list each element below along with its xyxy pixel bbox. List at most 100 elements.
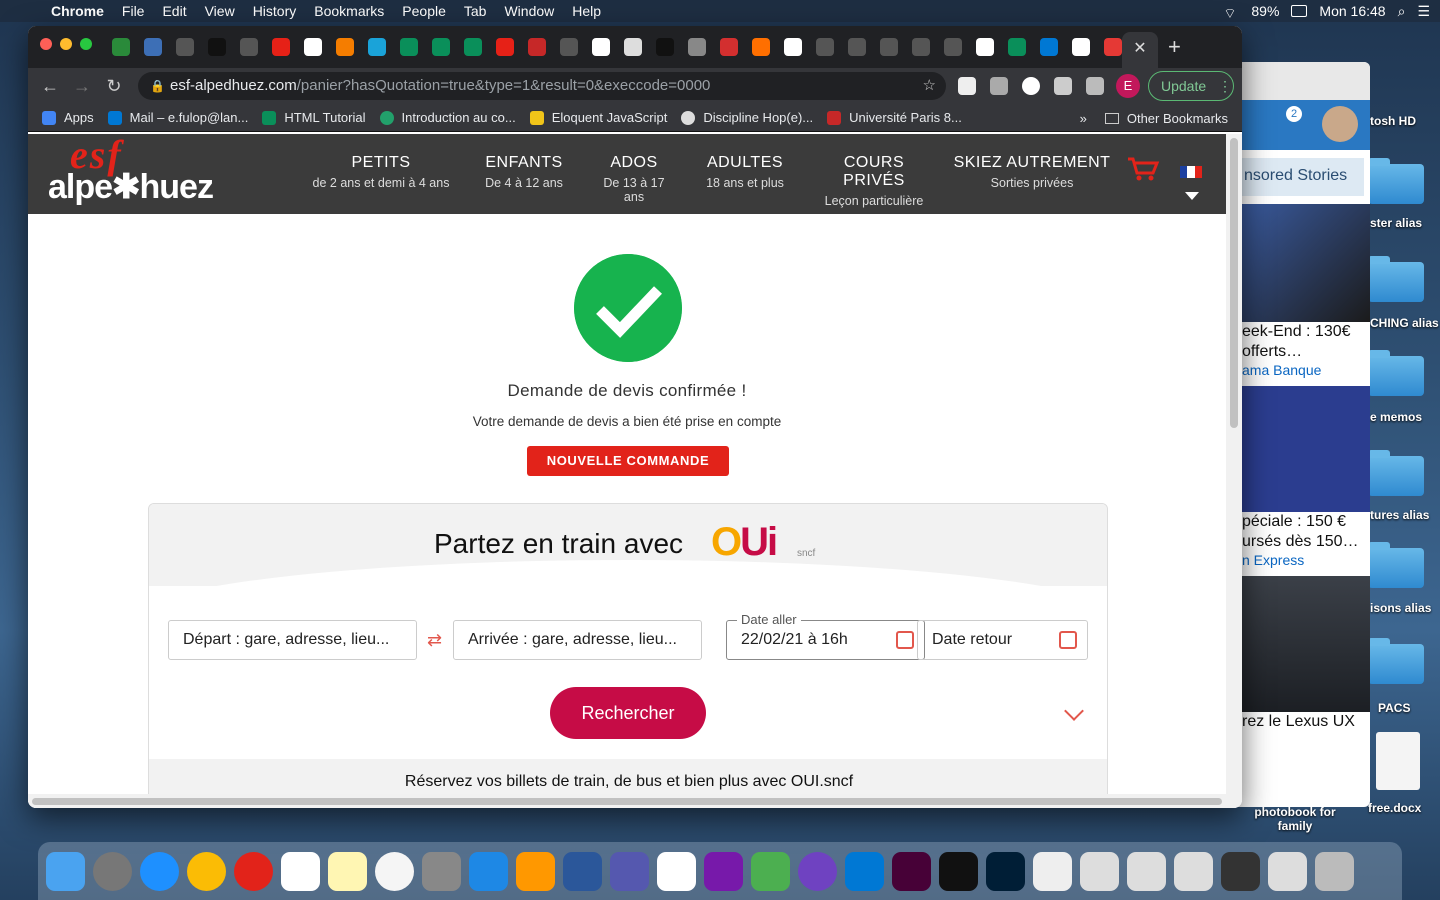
minimize-window-icon[interactable] [60,38,72,50]
tab-favicon[interactable] [1072,38,1090,56]
reload-button[interactable]: ↻ [98,76,130,97]
document-icon[interactable] [1033,851,1072,891]
teams-icon[interactable] [610,851,649,891]
ad-source[interactable]: n Express [1238,552,1370,568]
ad-title[interactable]: rez le Lexus UX [1238,712,1370,732]
github-desktop-icon[interactable] [798,851,837,891]
menu-file[interactable]: File [113,3,154,19]
tab-favicon[interactable] [400,38,418,56]
horizontal-scrollbar[interactable] [28,794,1226,808]
tab-favicon[interactable] [304,38,322,56]
date-return-input[interactable]: Date retour [917,620,1088,660]
control-center-icon[interactable]: ☰ [1417,3,1430,20]
extension-icon[interactable] [1054,77,1072,95]
menu-people[interactable]: People [393,3,455,19]
desktop-folder-icon[interactable] [1368,638,1424,684]
onenote-icon[interactable] [704,851,743,891]
extensions-puzzle-icon[interactable] [1086,77,1104,95]
nav-enfants[interactable]: ENFANTS De 4 à 12 ans [464,154,584,208]
books-icon[interactable] [516,851,555,891]
dreamweaver-icon[interactable] [892,851,931,891]
desktop-folder-icon[interactable] [1368,256,1424,302]
tab-favicon[interactable] [560,38,578,56]
swap-stations-icon[interactable]: ⇄ [427,630,442,651]
tab-favicon[interactable] [464,38,482,56]
nav-ados[interactable]: ADOS De 13 à 17 ans [584,154,684,208]
zotero-icon[interactable] [657,851,696,891]
photoshop-icon[interactable] [986,851,1025,891]
tab-favicon[interactable] [976,38,994,56]
launchpad-icon[interactable] [93,851,132,891]
tab-favicon[interactable] [912,38,930,56]
tab-favicon[interactable] [752,38,770,56]
avatar[interactable] [1322,106,1358,142]
menu-window[interactable]: Window [495,3,563,19]
ad-source[interactable]: ama Banque [1238,362,1370,378]
battery-percent[interactable]: 89% [1251,3,1279,19]
system-preferences-icon[interactable] [422,851,461,891]
search-button[interactable]: Rechercher [550,687,706,739]
tab-favicon[interactable] [624,38,642,56]
back-button[interactable]: ← [34,76,66,97]
new-tab-button[interactable]: + [1168,34,1181,60]
address-bar[interactable]: 🔒 esf-alpedhuez.com/panier?hasQuotation=… [138,72,946,100]
new-order-button[interactable]: NOUVELLE COMMANDE [527,446,729,476]
desktop-folder-icon[interactable] [1368,450,1424,496]
menu-bookmarks[interactable]: Bookmarks [305,3,393,19]
extension-icon[interactable] [990,77,1008,95]
menu-tab[interactable]: Tab [455,3,496,19]
tab-favicon[interactable] [528,38,546,56]
desktop-folder-icon[interactable] [1368,350,1424,396]
extension-icon[interactable] [958,77,976,95]
window-thumbnail-icon[interactable] [1174,851,1213,891]
kebab-menu-icon[interactable]: ⋮ [1218,78,1232,94]
desktop-folder-icon[interactable] [1368,542,1424,588]
window-thumbnail-icon[interactable] [1080,851,1119,891]
tab-favicon[interactable] [240,38,258,56]
bookmark-star-icon[interactable]: ☆ [923,72,936,100]
terminal-icon[interactable] [939,851,978,891]
bookmark-discipline[interactable]: Discipline Hop(e)... [681,110,813,125]
tab-favicon[interactable] [368,38,386,56]
tab-favicon[interactable] [144,38,162,56]
tab-favicon[interactable] [848,38,866,56]
menu-app-name[interactable]: Chrome [42,3,113,19]
tab-favicon[interactable] [784,38,802,56]
update-button[interactable]: Update ⋮ [1148,71,1234,101]
tab-favicon[interactable] [720,38,738,56]
bookmark-apps[interactable]: Apps [42,110,94,125]
window-thumbnail-icon[interactable] [1221,851,1260,891]
docx-file-icon[interactable] [1376,732,1420,790]
bookmark-intro[interactable]: Introduction au co... [379,110,516,125]
menu-help[interactable]: Help [563,3,610,19]
safari-icon[interactable] [140,851,179,891]
oui-logo[interactable]: OUi [711,520,778,565]
menubar-clock[interactable]: Mon 16:48 [1319,3,1385,19]
tab-favicon[interactable] [496,38,514,56]
other-bookmarks[interactable]: Other Bookmarks [1104,111,1228,126]
close-window-icon[interactable] [40,38,52,50]
nav-cours-prives[interactable]: COURS PRIVÉS Leçon particulière [806,154,942,208]
departure-input[interactable]: Départ : gare, adresse, lieu... [168,620,417,660]
opera-icon[interactable] [234,851,273,891]
finder-icon[interactable] [46,851,85,891]
tab-favicon[interactable] [272,38,290,56]
ad-image[interactable] [1238,204,1370,322]
ad-title[interactable]: péciale : 150 € ursés dès 150… [1238,512,1370,552]
esf-logo[interactable]: esf alpe✱huez [48,135,218,208]
vertical-scrollbar[interactable] [1226,134,1242,808]
tab-favicon[interactable] [656,38,674,56]
tab-favicon[interactable] [112,38,130,56]
zoom-window-icon[interactable] [80,38,92,50]
tab-favicon[interactable] [1040,38,1058,56]
arrival-input[interactable]: Arrivée : gare, adresse, lieu... [453,620,702,660]
chevron-down-icon[interactable] [1064,701,1084,721]
ad-title[interactable]: eek-End : 130€ offerts… [1238,322,1370,362]
bookmark-eloquent-js[interactable]: Eloquent JavaScript [529,110,667,125]
notes-icon[interactable] [328,851,367,891]
bookmark-paris8[interactable]: Université Paris 8... [827,110,962,125]
calendar-icon[interactable] [281,851,320,891]
nav-petits[interactable]: PETITS de 2 ans et demi à 4 ans [298,154,464,208]
active-tab-close-icon[interactable]: ✕ [1122,32,1158,68]
spotlight-icon[interactable]: ⌕ [1398,3,1406,20]
